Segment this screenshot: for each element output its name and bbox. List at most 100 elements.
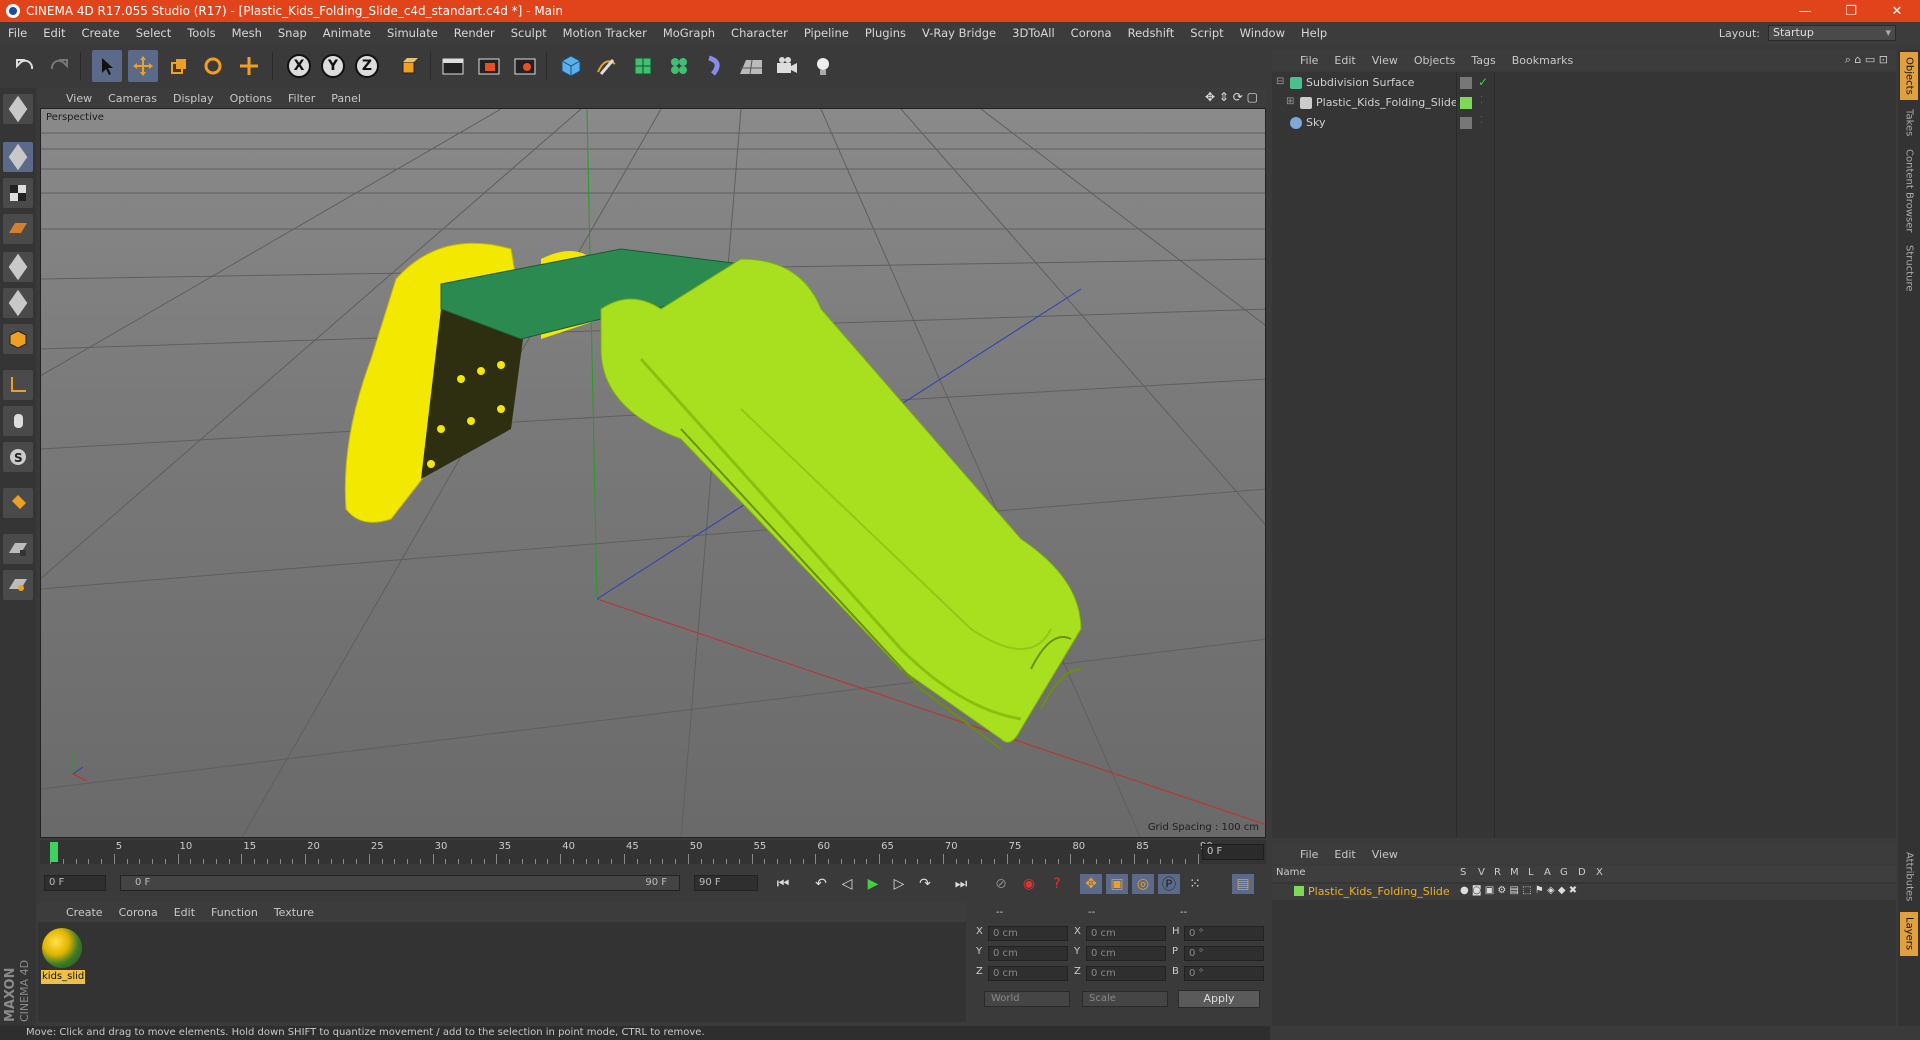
layout-dropdown[interactable]: Startup [1768, 25, 1896, 41]
viewport-menu-options[interactable]: Options [222, 92, 280, 105]
render-settings-icon[interactable] [510, 50, 540, 82]
layer-color-swatch[interactable] [1294, 886, 1304, 896]
viewport-menu-panel[interactable]: Panel [323, 92, 369, 105]
objects-menu-edit[interactable]: Edit [1326, 54, 1363, 67]
play-icon[interactable]: ▶ [862, 874, 884, 894]
object-row-subdivision[interactable]: ⊟ Subdivision Surface ✓ [1272, 74, 1896, 92]
workplane-mode-icon[interactable] [3, 214, 33, 244]
menu-create[interactable]: Create [74, 26, 128, 40]
start-frame-field[interactable]: 0 F [44, 875, 106, 891]
go-to-start-icon[interactable]: ⏮ [772, 874, 794, 894]
keyframe-selection-icon[interactable]: ? [1046, 874, 1068, 894]
menu-file[interactable]: File [0, 26, 35, 40]
object-row-slide[interactable]: ⊞ Plastic_Kids_Folding_Slide ⁚ [1272, 94, 1896, 112]
material-menu-corona[interactable]: Corona [111, 906, 166, 919]
layer-toggle-icons[interactable]: ● ◙ ▣ ⚙ ▤ ⬚ ⚑ ◈ ◆ ✖ [1460, 885, 1577, 896]
texture-mode-icon[interactable] [3, 178, 33, 208]
x-axis-icon[interactable]: X [284, 50, 314, 82]
go-to-end-icon[interactable]: ⏭ [950, 874, 972, 894]
menu-help[interactable]: Help [1293, 26, 1335, 40]
rotation-h-field[interactable]: 0 ° [1184, 926, 1264, 941]
layers-menu-file[interactable]: File [1292, 848, 1326, 861]
rotation-p-field[interactable]: 0 ° [1184, 946, 1264, 961]
menu-window[interactable]: Window [1232, 26, 1293, 40]
key-position-icon[interactable]: ✥ [1080, 874, 1102, 894]
layers-menu-edit[interactable]: Edit [1326, 848, 1363, 861]
menu-motion-tracker[interactable]: Motion Tracker [555, 26, 655, 40]
viewport-menu-view[interactable]: View [58, 92, 100, 105]
apply-button[interactable]: Apply [1178, 990, 1260, 1008]
snap-icon[interactable]: S [3, 442, 33, 472]
y-axis-icon[interactable]: Y [318, 50, 348, 82]
menu-select[interactable]: Select [128, 26, 179, 40]
z-axis-icon[interactable]: Z [352, 50, 382, 82]
layers-menu-view[interactable]: View [1364, 848, 1406, 861]
floor-icon[interactable] [736, 50, 766, 82]
menu-vray-bridge[interactable]: V-Ray Bridge [914, 26, 1004, 40]
visibility-dots[interactable] [1460, 77, 1472, 89]
menu-pipeline[interactable]: Pipeline [796, 26, 857, 40]
visibility-dots[interactable]: ⁚ [1480, 95, 1483, 106]
menu-mesh[interactable]: Mesh [224, 26, 270, 40]
current-frame-field[interactable]: 0 F [1202, 844, 1264, 860]
menu-render[interactable]: Render [446, 26, 503, 40]
viewport-menu-cameras[interactable]: Cameras [100, 92, 165, 105]
position-y-field[interactable]: 0 cm [988, 946, 1068, 961]
redo-icon[interactable] [44, 50, 74, 82]
undo-icon[interactable] [10, 50, 40, 82]
close-button[interactable]: ✕ [1874, 0, 1920, 22]
record-disabled-icon[interactable]: ⊘ [990, 874, 1012, 894]
axis-mode-icon[interactable] [3, 370, 33, 400]
timeline-ruler[interactable]: 051015202530354045505560657075808590 0 F [40, 840, 1266, 864]
points-mode-icon[interactable] [3, 252, 33, 282]
visibility-dots[interactable]: ⁚ [1480, 115, 1483, 126]
menu-script[interactable]: Script [1182, 26, 1231, 40]
polygons-mode-icon[interactable] [3, 324, 33, 354]
menu-redshift[interactable]: Redshift [1120, 26, 1183, 40]
end-frame-field[interactable]: 90 F [694, 875, 758, 891]
subdivision-icon[interactable] [628, 50, 658, 82]
tab-objects[interactable]: Objects [1900, 52, 1918, 100]
position-x-field[interactable]: 0 cm [988, 926, 1068, 941]
lock-workplane-icon[interactable] [3, 534, 33, 564]
enabled-check-icon[interactable]: ✓ [1478, 75, 1488, 89]
size-z-field[interactable]: 0 cm [1086, 966, 1166, 981]
viewport-menu-filter[interactable]: Filter [280, 92, 323, 105]
light-icon[interactable] [808, 50, 838, 82]
key-parameter-icon[interactable]: Ⓟ [1158, 874, 1180, 894]
key-rotation-icon[interactable]: ◎ [1132, 874, 1154, 894]
model-mode-icon[interactable] [3, 142, 33, 172]
objects-menu-tags[interactable]: Tags [1463, 54, 1503, 67]
next-key-icon[interactable]: ↷ [914, 874, 936, 894]
object-row-sky[interactable]: Sky ⁚ [1272, 114, 1896, 132]
preview-range-slider[interactable]: 0 F 90 F [120, 875, 680, 891]
object-manager-tools-icons[interactable]: ⌕ ⌂ ▭ ⊡ [1845, 53, 1888, 67]
autokey-icon[interactable]: ◉ [1018, 874, 1040, 894]
material-menu-function[interactable]: Function [203, 906, 266, 919]
material-menu-edit[interactable]: Edit [166, 906, 203, 919]
next-frame-icon[interactable]: ▷ [888, 874, 910, 894]
visibility-dots[interactable] [1460, 117, 1472, 129]
material-menu-create[interactable]: Create [58, 906, 111, 919]
layer-tag-icon[interactable] [1460, 97, 1472, 109]
camera-icon[interactable] [772, 50, 802, 82]
cloner-icon[interactable] [664, 50, 694, 82]
menu-animate[interactable]: Animate [315, 26, 379, 40]
tab-structure[interactable]: Structure [1900, 240, 1918, 296]
coordinate-space-dropdown[interactable]: World [984, 991, 1070, 1007]
tab-content-browser[interactable]: Content Browser [1900, 146, 1918, 236]
make-editable-icon[interactable] [3, 94, 33, 124]
menu-character[interactable]: Character [723, 26, 796, 40]
live-move-icon[interactable] [234, 50, 264, 82]
layer-row[interactable]: Plastic_Kids_Folding_Slide ● ◙ ▣ ⚙ ▤ ⬚ ⚑… [1272, 884, 1896, 900]
objects-menu-bookmarks[interactable]: Bookmarks [1504, 54, 1581, 67]
magnet-icon[interactable] [3, 488, 33, 518]
prev-frame-icon[interactable]: ◁ [836, 874, 858, 894]
menu-3dtoall[interactable]: 3DToAll [1004, 26, 1063, 40]
planar-workplane-icon[interactable] [3, 570, 33, 600]
render-picture-viewer-icon[interactable] [474, 50, 504, 82]
3d-viewport[interactable]: Perspective Grid Spacing : 100 cm [40, 108, 1266, 838]
coordinate-system-icon[interactable] [394, 50, 424, 82]
menu-snap[interactable]: Snap [270, 26, 315, 40]
size-x-field[interactable]: 0 cm [1086, 926, 1166, 941]
